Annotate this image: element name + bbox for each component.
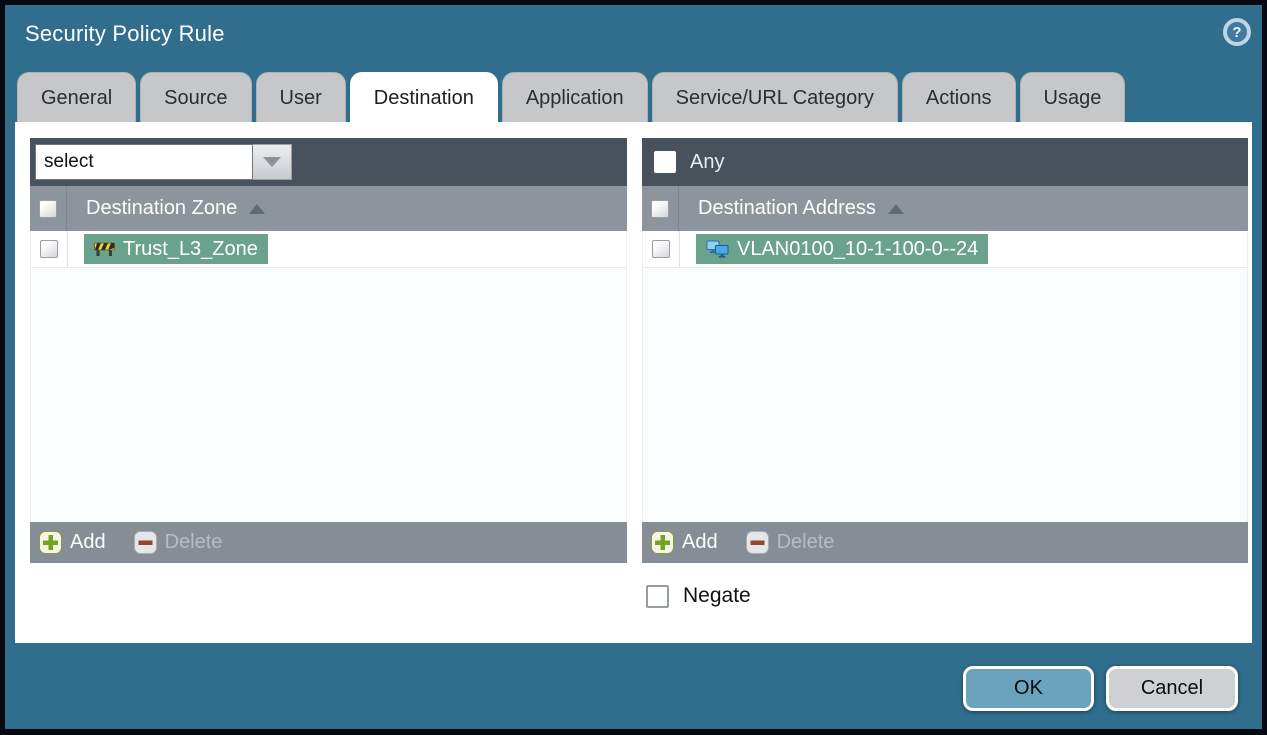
- tab-usage[interactable]: Usage: [1019, 72, 1126, 122]
- tab-user[interactable]: User: [255, 72, 346, 122]
- table-row: Trust_L3_Zone: [31, 231, 626, 268]
- any-label: Any: [690, 150, 725, 173]
- delete-icon: [745, 531, 769, 554]
- address-panel-footer: Add Delete: [642, 522, 1248, 563]
- destination-address-panel: Any Destination Address VLAN0100_10-1-10…: [642, 138, 1248, 563]
- any-checkbox[interactable]: [654, 151, 676, 173]
- address-add-button[interactable]: Add: [651, 531, 718, 554]
- address-delete-label: Delete: [776, 531, 835, 553]
- tab-destination[interactable]: Destination: [349, 72, 498, 123]
- help-icon[interactable]: ?: [1223, 18, 1251, 46]
- zone-list: Trust_L3_Zone: [30, 231, 627, 522]
- destination-tab-content: Destination Zone: [15, 122, 1252, 643]
- address-header-checkbox-cell: [642, 186, 679, 231]
- dialog-surface: Security Policy Rule ? General Source Us…: [5, 5, 1262, 729]
- zone-select-input[interactable]: [35, 144, 253, 180]
- address-delete-button[interactable]: Delete: [745, 531, 835, 554]
- address-panel-toolbar: Any: [642, 138, 1248, 186]
- table-row: VLAN0100_10-1-100-0--24: [643, 231, 1247, 268]
- address-column-label[interactable]: Destination Address: [698, 197, 876, 220]
- tab-application[interactable]: Application: [501, 72, 648, 122]
- zone-select-combo: [35, 144, 292, 180]
- zone-delete-button[interactable]: Delete: [133, 531, 223, 554]
- address-item[interactable]: VLAN0100_10-1-100-0--24: [696, 234, 989, 264]
- address-row-checkbox-cell: [643, 231, 680, 267]
- tab-actions[interactable]: Actions: [901, 72, 1016, 122]
- security-policy-rule-dialog: Security Policy Rule ? General Source Us…: [0, 0, 1267, 735]
- zone-select-dropdown-button[interactable]: [253, 144, 292, 180]
- zone-icon: [94, 242, 115, 256]
- zone-add-label: Add: [70, 531, 106, 553]
- zone-delete-label: Delete: [164, 531, 223, 553]
- address-add-label: Add: [682, 531, 718, 553]
- address-item-label: VLAN0100_10-1-100-0--24: [737, 237, 979, 260]
- sort-ascending-icon[interactable]: [887, 203, 904, 214]
- address-icon: [706, 240, 729, 258]
- zone-panel-footer: Add Delete: [30, 522, 627, 563]
- cancel-button[interactable]: Cancel: [1106, 666, 1238, 711]
- chevron-down-icon: [263, 157, 281, 167]
- address-list: VLAN0100_10-1-100-0--24: [642, 231, 1248, 522]
- tab-source[interactable]: Source: [140, 72, 252, 122]
- tab-bar: General Source User Destination Applicat…: [17, 72, 1250, 123]
- zone-header-checkbox-cell: [30, 186, 67, 231]
- zone-column-label[interactable]: Destination Zone: [86, 197, 237, 220]
- destination-zone-panel: Destination Zone: [30, 138, 627, 563]
- page-title: Security Policy Rule: [25, 21, 225, 46]
- title-bar: Security Policy Rule ?: [5, 5, 1262, 67]
- zone-panel-toolbar: [30, 138, 627, 186]
- zone-select-all-checkbox[interactable]: [39, 199, 57, 218]
- tab-service-url-category[interactable]: Service/URL Category: [651, 72, 898, 122]
- zone-column-header: Destination Zone: [30, 186, 627, 231]
- tab-general[interactable]: General: [17, 72, 137, 122]
- delete-icon: [133, 531, 157, 554]
- negate-label: Negate: [683, 584, 751, 607]
- any-wrap: Any: [647, 151, 724, 174]
- zone-row-checkbox[interactable]: [40, 240, 58, 258]
- zone-add-button[interactable]: Add: [39, 531, 106, 554]
- negate-checkbox[interactable]: [646, 584, 669, 608]
- sort-ascending-icon[interactable]: [249, 203, 266, 214]
- zone-row-checkbox-cell: [31, 231, 68, 267]
- add-icon: [651, 531, 674, 554]
- ok-button[interactable]: OK: [963, 666, 1094, 711]
- address-row-checkbox[interactable]: [652, 240, 670, 258]
- zone-item-label: Trust_L3_Zone: [123, 237, 258, 260]
- negate-row: Negate: [646, 584, 751, 608]
- address-select-all-checkbox[interactable]: [651, 199, 669, 218]
- zone-item[interactable]: Trust_L3_Zone: [84, 234, 268, 264]
- address-column-header: Destination Address: [642, 186, 1248, 231]
- add-icon: [39, 531, 62, 554]
